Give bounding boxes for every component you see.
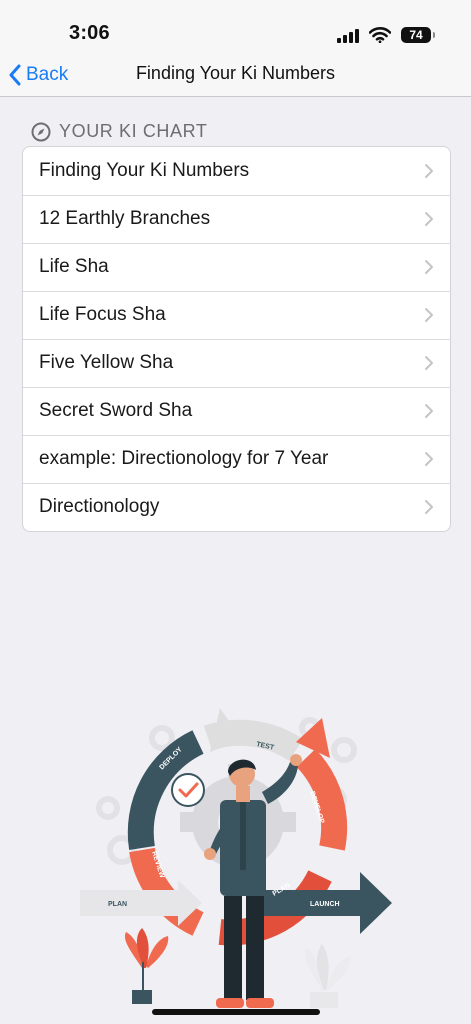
plant-right [304, 944, 351, 1008]
develop-arrow [296, 748, 348, 851]
list-item-label: Secret Sword Sha [39, 400, 193, 421]
battery-icon: 74 [401, 27, 435, 43]
list-item-life-focus-sha[interactable]: Life Focus Sha [23, 291, 450, 339]
list-item-directionology[interactable]: Directionology [23, 483, 450, 531]
chevron-right-icon [425, 500, 433, 514]
chevron-right-icon [425, 212, 433, 226]
list-item-label: Directionology [39, 496, 160, 517]
page-title: Finding Your Ki Numbers [135, 63, 336, 83]
gear-icon [96, 796, 120, 820]
status-time: 3:06 [69, 22, 110, 44]
list-item-secret-sword-sha[interactable]: Secret Sword Sha [23, 387, 450, 435]
chevron-right-icon [425, 356, 433, 370]
chevron-right-icon [425, 164, 433, 178]
list-item-five-yellow-sha[interactable]: Five Yellow Sha [23, 339, 450, 387]
dev-cycle-illustration: DEPLOY TEST DEVELOP REVIEW PLAN PLAN LAU… [80, 708, 392, 1008]
list-item-label: 12 Earthly Branches [39, 208, 211, 229]
compass-icon [31, 122, 51, 141]
chevron-right-icon [425, 452, 433, 466]
list-item-label: Finding Your Ki Numbers [39, 160, 250, 181]
launch-label: LAUNCH [310, 901, 340, 908]
status-bar: 3:06 74 [0, 0, 471, 54]
chevron-right-icon [425, 404, 433, 418]
list-item-12-earthly-branches[interactable]: 12 Earthly Branches [23, 195, 450, 243]
chevron-right-icon [425, 308, 433, 322]
plan-arrow-label: PLAN [108, 901, 127, 908]
section-title: YOUR KI CHART [59, 121, 208, 141]
list-item-label: Life Sha [39, 256, 109, 277]
gear-icon [331, 737, 357, 763]
wifi-icon [369, 27, 391, 43]
section-header: YOUR KI CHART [31, 121, 208, 142]
list-item-label: Life Focus Sha [39, 304, 166, 325]
chevron-right-icon [425, 260, 433, 274]
battery-level: 74 [409, 28, 423, 42]
navigation-bar: Back Finding Your Ki Numbers [0, 54, 471, 97]
cellular-signal-icon [337, 27, 359, 43]
status-icons: 74 [337, 24, 435, 46]
home-indicator[interactable] [152, 1009, 320, 1015]
ki-chart-list: Finding Your Ki Numbers 12 Earthly Branc… [22, 146, 451, 532]
list-item-directionology-7-year[interactable]: example: Directionology for 7 Year [23, 435, 450, 483]
list-item-label: example: Directionology for 7 Year [39, 448, 329, 469]
list-item-finding-your-ki-numbers[interactable]: Finding Your Ki Numbers [23, 147, 450, 195]
list-item-life-sha[interactable]: Life Sha [23, 243, 450, 291]
list-item-label: Five Yellow Sha [39, 352, 174, 373]
plant-left [124, 928, 169, 1004]
checkmark-icon [171, 773, 205, 807]
